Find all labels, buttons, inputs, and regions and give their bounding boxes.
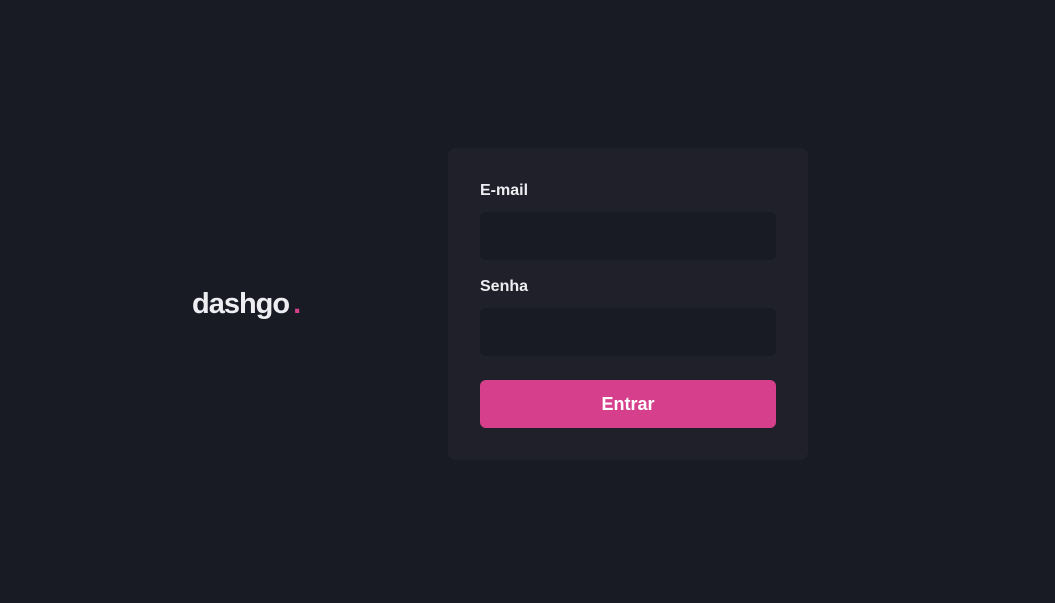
email-label: E-mail <box>480 182 529 199</box>
logo: dashgo. <box>192 285 301 323</box>
logo-dot: . <box>293 288 301 320</box>
submit-button[interactable]: Entrar <box>480 380 776 428</box>
login-form: E-mail Senha Entrar <box>448 148 808 460</box>
logo-text: dashgo <box>192 288 290 320</box>
password-label: Senha <box>480 278 529 295</box>
login-page: dashgo. E-mail Senha Entrar <box>0 0 1055 603</box>
email-input[interactable] <box>480 212 776 260</box>
password-input[interactable] <box>480 308 776 356</box>
